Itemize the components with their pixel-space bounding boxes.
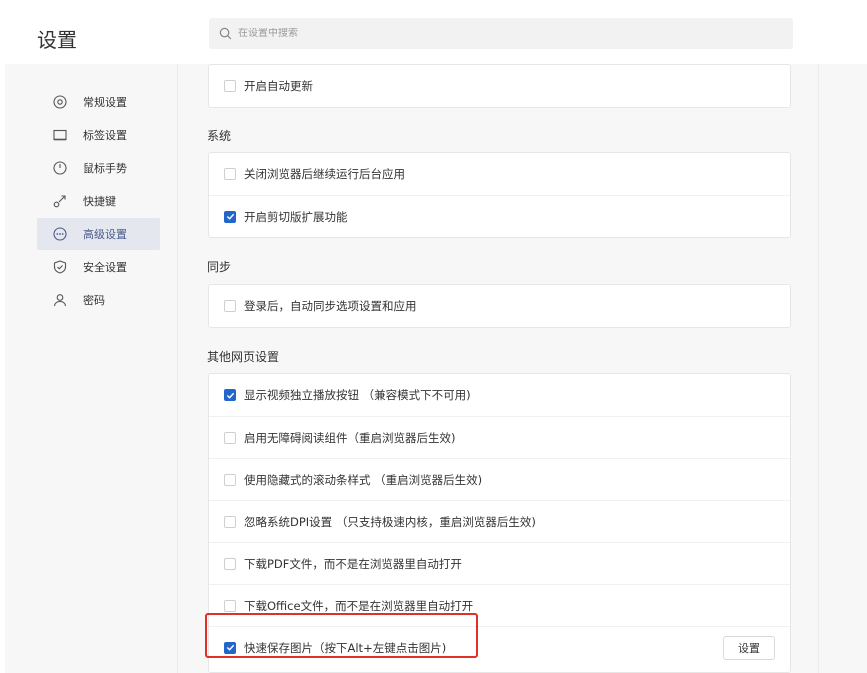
checkbox-hidden-scrollbar[interactable] <box>224 473 236 486</box>
sidebar-item-label: 常规设置 <box>83 96 127 109</box>
setting-row[interactable]: 使用隐藏式的滚动条样式 （重启浏览器后生效) <box>209 458 790 500</box>
quick-save-settings-button[interactable]: 设置 <box>723 636 775 660</box>
highlight-annotation <box>205 613 478 658</box>
search-input[interactable] <box>238 28 778 39</box>
section-title-system: 系统 <box>207 129 232 143</box>
search-box[interactable] <box>209 18 793 49</box>
sidebar: 常规设置 标签设置 鼠标手势 快捷键 高级设置 安全设置 密码 <box>37 86 160 317</box>
tab-settings-icon <box>52 127 68 143</box>
system-card: 关闭浏览器后继续运行后台应用 开启剪切版扩展功能 <box>208 152 791 238</box>
setting-label: 关闭浏览器后继续运行后台应用 <box>244 167 405 181</box>
setting-label: 显示视频独立播放按钮 （兼容模式下不可用) <box>244 388 471 402</box>
auto-update-card: 开启自动更新 <box>208 64 791 108</box>
sidebar-item-shortcuts[interactable]: 快捷键 <box>37 185 160 217</box>
checkbox-download-pdf[interactable] <box>224 557 236 570</box>
user-password-icon <box>52 292 68 308</box>
security-shield-icon <box>52 259 68 275</box>
shortcut-icon <box>52 193 68 209</box>
checkbox-auto-update[interactable] <box>224 80 236 92</box>
sidebar-item-tabs[interactable]: 标签设置 <box>37 119 160 151</box>
check-icon <box>226 392 234 399</box>
setting-row[interactable]: 关闭浏览器后继续运行后台应用 <box>209 153 790 195</box>
setting-label: 启用无障碍阅读组件（重启浏览器后生效) <box>244 430 456 445</box>
checkbox-download-office[interactable] <box>224 599 236 612</box>
setting-label: 使用隐藏式的滚动条样式 （重启浏览器后生效) <box>244 472 483 487</box>
setting-row[interactable]: 启用无障碍阅读组件（重启浏览器后生效) <box>209 416 790 458</box>
checkbox-ignore-dpi[interactable] <box>224 515 236 528</box>
setting-row[interactable]: 显示视频独立播放按钮 （兼容模式下不可用) <box>209 374 790 416</box>
setting-label: 开启剪切版扩展功能 <box>244 209 348 224</box>
setting-row[interactable]: 登录后，自动同步选项设置和应用 <box>209 285 790 327</box>
sidebar-item-label: 安全设置 <box>83 261 127 274</box>
sync-card: 登录后，自动同步选项设置和应用 <box>208 284 791 328</box>
checkbox-background-apps[interactable] <box>224 168 236 180</box>
checkbox-accessibility-reader[interactable] <box>224 431 236 444</box>
general-settings-icon <box>52 94 68 110</box>
setting-row[interactable]: 下载PDF文件，而不是在浏览器里自动打开 <box>209 542 790 584</box>
checkbox-auto-sync[interactable] <box>224 300 236 312</box>
check-icon <box>226 213 234 220</box>
sidebar-item-label: 快捷键 <box>83 195 116 208</box>
advanced-settings-icon <box>52 226 68 242</box>
setting-label: 开启自动更新 <box>244 79 313 93</box>
sidebar-item-label: 密码 <box>83 294 105 307</box>
sidebar-item-security[interactable]: 安全设置 <box>37 251 160 283</box>
setting-row[interactable]: 忽略系统DPI设置 （只支持极速内核，重启浏览器后生效) <box>209 500 790 542</box>
setting-label: 登录后，自动同步选项设置和应用 <box>244 299 417 313</box>
setting-label: 忽略系统DPI设置 （只支持极速内核，重启浏览器后生效) <box>244 514 536 529</box>
sidebar-item-mouse-gesture[interactable]: 鼠标手势 <box>37 152 160 184</box>
checkbox-clipboard-extension[interactable] <box>224 210 236 223</box>
setting-label: 下载PDF文件，而不是在浏览器里自动打开 <box>244 556 462 571</box>
settings-window: 设置 常规设置 标签设置 鼠标手势 <box>0 0 867 673</box>
setting-label: 下载Office文件，而不是在浏览器里自动打开 <box>244 598 474 613</box>
sidebar-item-advanced[interactable]: 高级设置 <box>37 218 160 250</box>
sidebar-item-password[interactable]: 密码 <box>37 284 160 316</box>
setting-row[interactable]: 开启剪切版扩展功能 <box>209 195 790 237</box>
sidebar-item-label: 鼠标手势 <box>83 162 127 175</box>
section-title-sync: 同步 <box>207 260 232 274</box>
sidebar-item-general[interactable]: 常规设置 <box>37 86 160 118</box>
sidebar-item-label: 高级设置 <box>83 228 127 241</box>
section-title-other: 其他网页设置 <box>207 350 280 364</box>
search-icon <box>219 27 232 40</box>
page-title: 设置 <box>37 28 77 52</box>
header: 设置 <box>0 0 867 64</box>
setting-row[interactable]: 开启自动更新 <box>209 65 790 107</box>
checkbox-video-popout[interactable] <box>224 389 236 401</box>
sidebar-item-label: 标签设置 <box>83 129 127 142</box>
mouse-gesture-icon <box>52 160 68 176</box>
